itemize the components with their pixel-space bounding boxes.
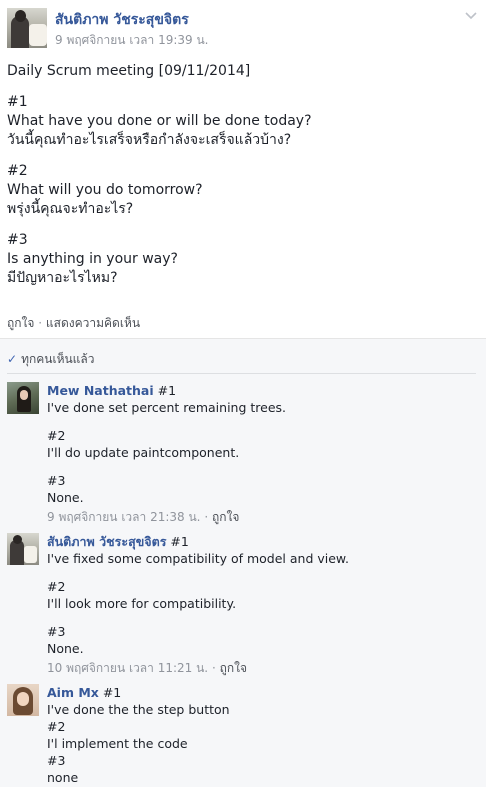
comment-text: #3 [47,624,66,639]
like-link[interactable]: ถูกใจ [7,316,34,330]
comment-meta: 9 พฤศจิกายน เวลา 21:38 น. · ถูกใจ [47,509,477,526]
check-icon: ✓ [7,352,18,366]
comment-meta: 10 พฤศจิกายน เวลา 11:21 น. · ถูกใจ [47,660,477,677]
post-line: #3 [7,232,28,248]
comment-text: None. [47,490,84,505]
avatar-face [20,390,28,400]
avatar-face [17,692,29,706]
comment-text: #2 [47,719,66,734]
meta-separator: · [204,510,209,524]
avatar-figure-head [13,535,22,544]
seen-label: ทุกคนเห็นแล้ว [21,352,95,366]
comment-text: #2 [47,579,66,594]
post-line: What have you done or will be done today… [7,113,312,129]
comment-text: I've done set percent remaining trees. [47,400,287,415]
commenter-name[interactable]: Mew Nathathai [47,383,154,398]
comment-text: #1 [170,534,189,549]
comment-body: Aim Mx #1 I've done the the step button … [47,684,477,786]
post-timestamp[interactable]: 9 พฤศจิกายน เวลา 19:39 น. [55,31,209,50]
post-line: #2 [7,163,28,179]
comment-text: none [47,770,79,785]
post-line: Is anything in your way? [7,251,178,267]
comment-text: None. [47,641,84,656]
comment-text: #3 [47,753,66,768]
comment-text: #2 [47,428,66,443]
avatar-figure-head [15,10,26,22]
comment-text: I've done the the step button [47,702,230,717]
commenter-avatar[interactable] [7,533,39,565]
comment-text: I've fixed some compatibility of model a… [47,551,349,566]
chevron-down-icon[interactable] [464,8,478,22]
comment-timestamp[interactable]: 10 พฤศจิกายน เวลา 11:21 น. [47,661,208,675]
comment-link[interactable]: แสดงความคิดเห็น [46,316,140,330]
post-line: Daily Scrum meeting [09/11/2014] [7,63,251,79]
avatar-object [29,24,47,46]
comments-section: ✓ ทุกคนเห็นแล้ว Mew Nathathai #1 I've don… [0,338,486,787]
comment-text: #1 [102,685,122,700]
seen-by-indicator[interactable]: ✓ ทุกคนเห็นแล้ว [7,350,95,369]
post-line: What will you do tomorrow? [7,182,203,198]
author-avatar[interactable] [7,8,47,48]
comment-text: I'll do update paintcomponent. [47,445,240,460]
comment-timestamp[interactable]: 9 พฤศจิกายน เวลา 21:38 น. [47,510,201,524]
post-line: พรุ่งนี้คุณจะทำอะไร? [7,201,134,217]
comment-text: #3 [47,473,66,488]
commenter-name[interactable]: Aim Mx [47,685,99,700]
comment-like-link[interactable]: ถูกใจ [220,661,247,675]
comment-body: Mew Nathathai #1 I've done set percent r… [47,382,477,526]
post-line: มีปัญหาอะไรไหม? [7,270,118,286]
post-line: #1 [7,94,28,110]
comment-text: #1 [157,383,177,398]
post-author-name[interactable]: สันติภาพ วัชระสุขจิตร [55,9,189,31]
action-separator: · [38,316,43,330]
post-content: Daily Scrum meeting [09/11/2014] #1 What… [7,62,477,288]
meta-separator: · [211,661,216,675]
commenter-name[interactable]: สันติภาพ วัชระสุขจิตร [47,534,166,549]
comment-body: สันติภาพ วัชระสุขจิตร #1 I've fixed some… [47,533,477,677]
commenter-avatar[interactable] [7,382,39,414]
comment-text: I'l implement the code [47,736,188,751]
commenter-avatar[interactable] [7,684,39,716]
post-line: วันนี้คุณทำอะไรเสร็จหรือกำลังจะเสร็จแล้ว… [7,132,292,148]
comment-like-link[interactable]: ถูกใจ [212,510,239,524]
post-header: สันติภาพ วัชระสุขจิตร 9 พฤศจิกายน เวลา 1… [0,0,486,52]
divider [7,373,476,374]
avatar-object [24,546,37,563]
post-actions: ถูกใจ · แสดงความคิดเห็น [7,314,140,333]
comment-text: I'll look more for compatibility. [47,596,237,611]
